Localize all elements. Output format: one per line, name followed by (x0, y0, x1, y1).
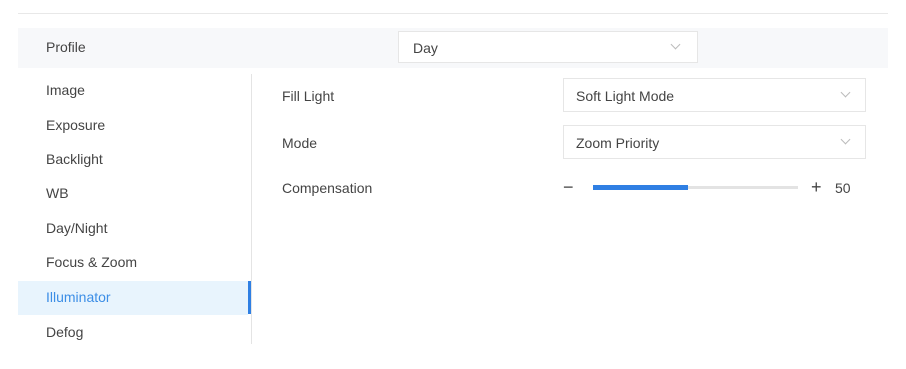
sidebar-item-label: Exposure (46, 117, 106, 133)
compensation-value: 50 (835, 180, 851, 196)
fill-light-label: Fill Light (282, 88, 335, 104)
mode-select[interactable]: Zoom Priority (563, 125, 866, 159)
sidebar-item-backlight[interactable]: Backlight (18, 143, 248, 177)
fill-light-select[interactable]: Soft Light Mode (563, 78, 866, 112)
active-item-indicator (248, 281, 251, 314)
sidebar-item-illuminator[interactable]: Illuminator (18, 281, 248, 315)
sidebar-item-label: Backlight (46, 151, 103, 167)
sidebar-item-label: Defog (46, 324, 84, 340)
sidebar-item-defog[interactable]: Defog (18, 316, 248, 350)
increase-button[interactable]: + (811, 177, 822, 198)
sidebar-item-label: Focus & Zoom (46, 254, 138, 270)
compensation-label: Compensation (282, 180, 373, 196)
decrease-button[interactable]: − (563, 177, 574, 198)
sidebar-menu: Image Exposure Backlight WB Day/Night Fo… (18, 72, 253, 352)
mode-label: Mode (282, 135, 318, 151)
top-divider (18, 13, 888, 14)
profile-label: Profile (46, 39, 86, 55)
profile-row: Profile Day (18, 28, 888, 68)
profile-select[interactable]: Day (398, 31, 698, 63)
mode-value: Zoom Priority (576, 135, 660, 151)
profile-select-value: Day (413, 40, 438, 56)
sidebar-item-label: Illuminator (46, 289, 111, 305)
sidebar-item-label: Image (46, 82, 85, 98)
fill-light-value: Soft Light Mode (576, 88, 675, 104)
sidebar-item-label: Day/Night (46, 220, 108, 236)
sidebar-item-wb[interactable]: WB (18, 177, 248, 211)
sidebar-item-image[interactable]: Image (18, 74, 248, 108)
slider-fill (593, 185, 688, 190)
sidebar-divider (251, 74, 252, 344)
sidebar-item-focus-zoom[interactable]: Focus & Zoom (18, 246, 248, 280)
chevron-down-icon (670, 39, 681, 50)
sidebar-item-exposure[interactable]: Exposure (18, 109, 248, 143)
compensation-slider[interactable] (593, 185, 798, 190)
sidebar-item-day-night[interactable]: Day/Night (18, 212, 248, 246)
sidebar-item-label: WB (46, 185, 69, 201)
chevron-down-icon (840, 134, 851, 145)
chevron-down-icon (840, 87, 851, 98)
